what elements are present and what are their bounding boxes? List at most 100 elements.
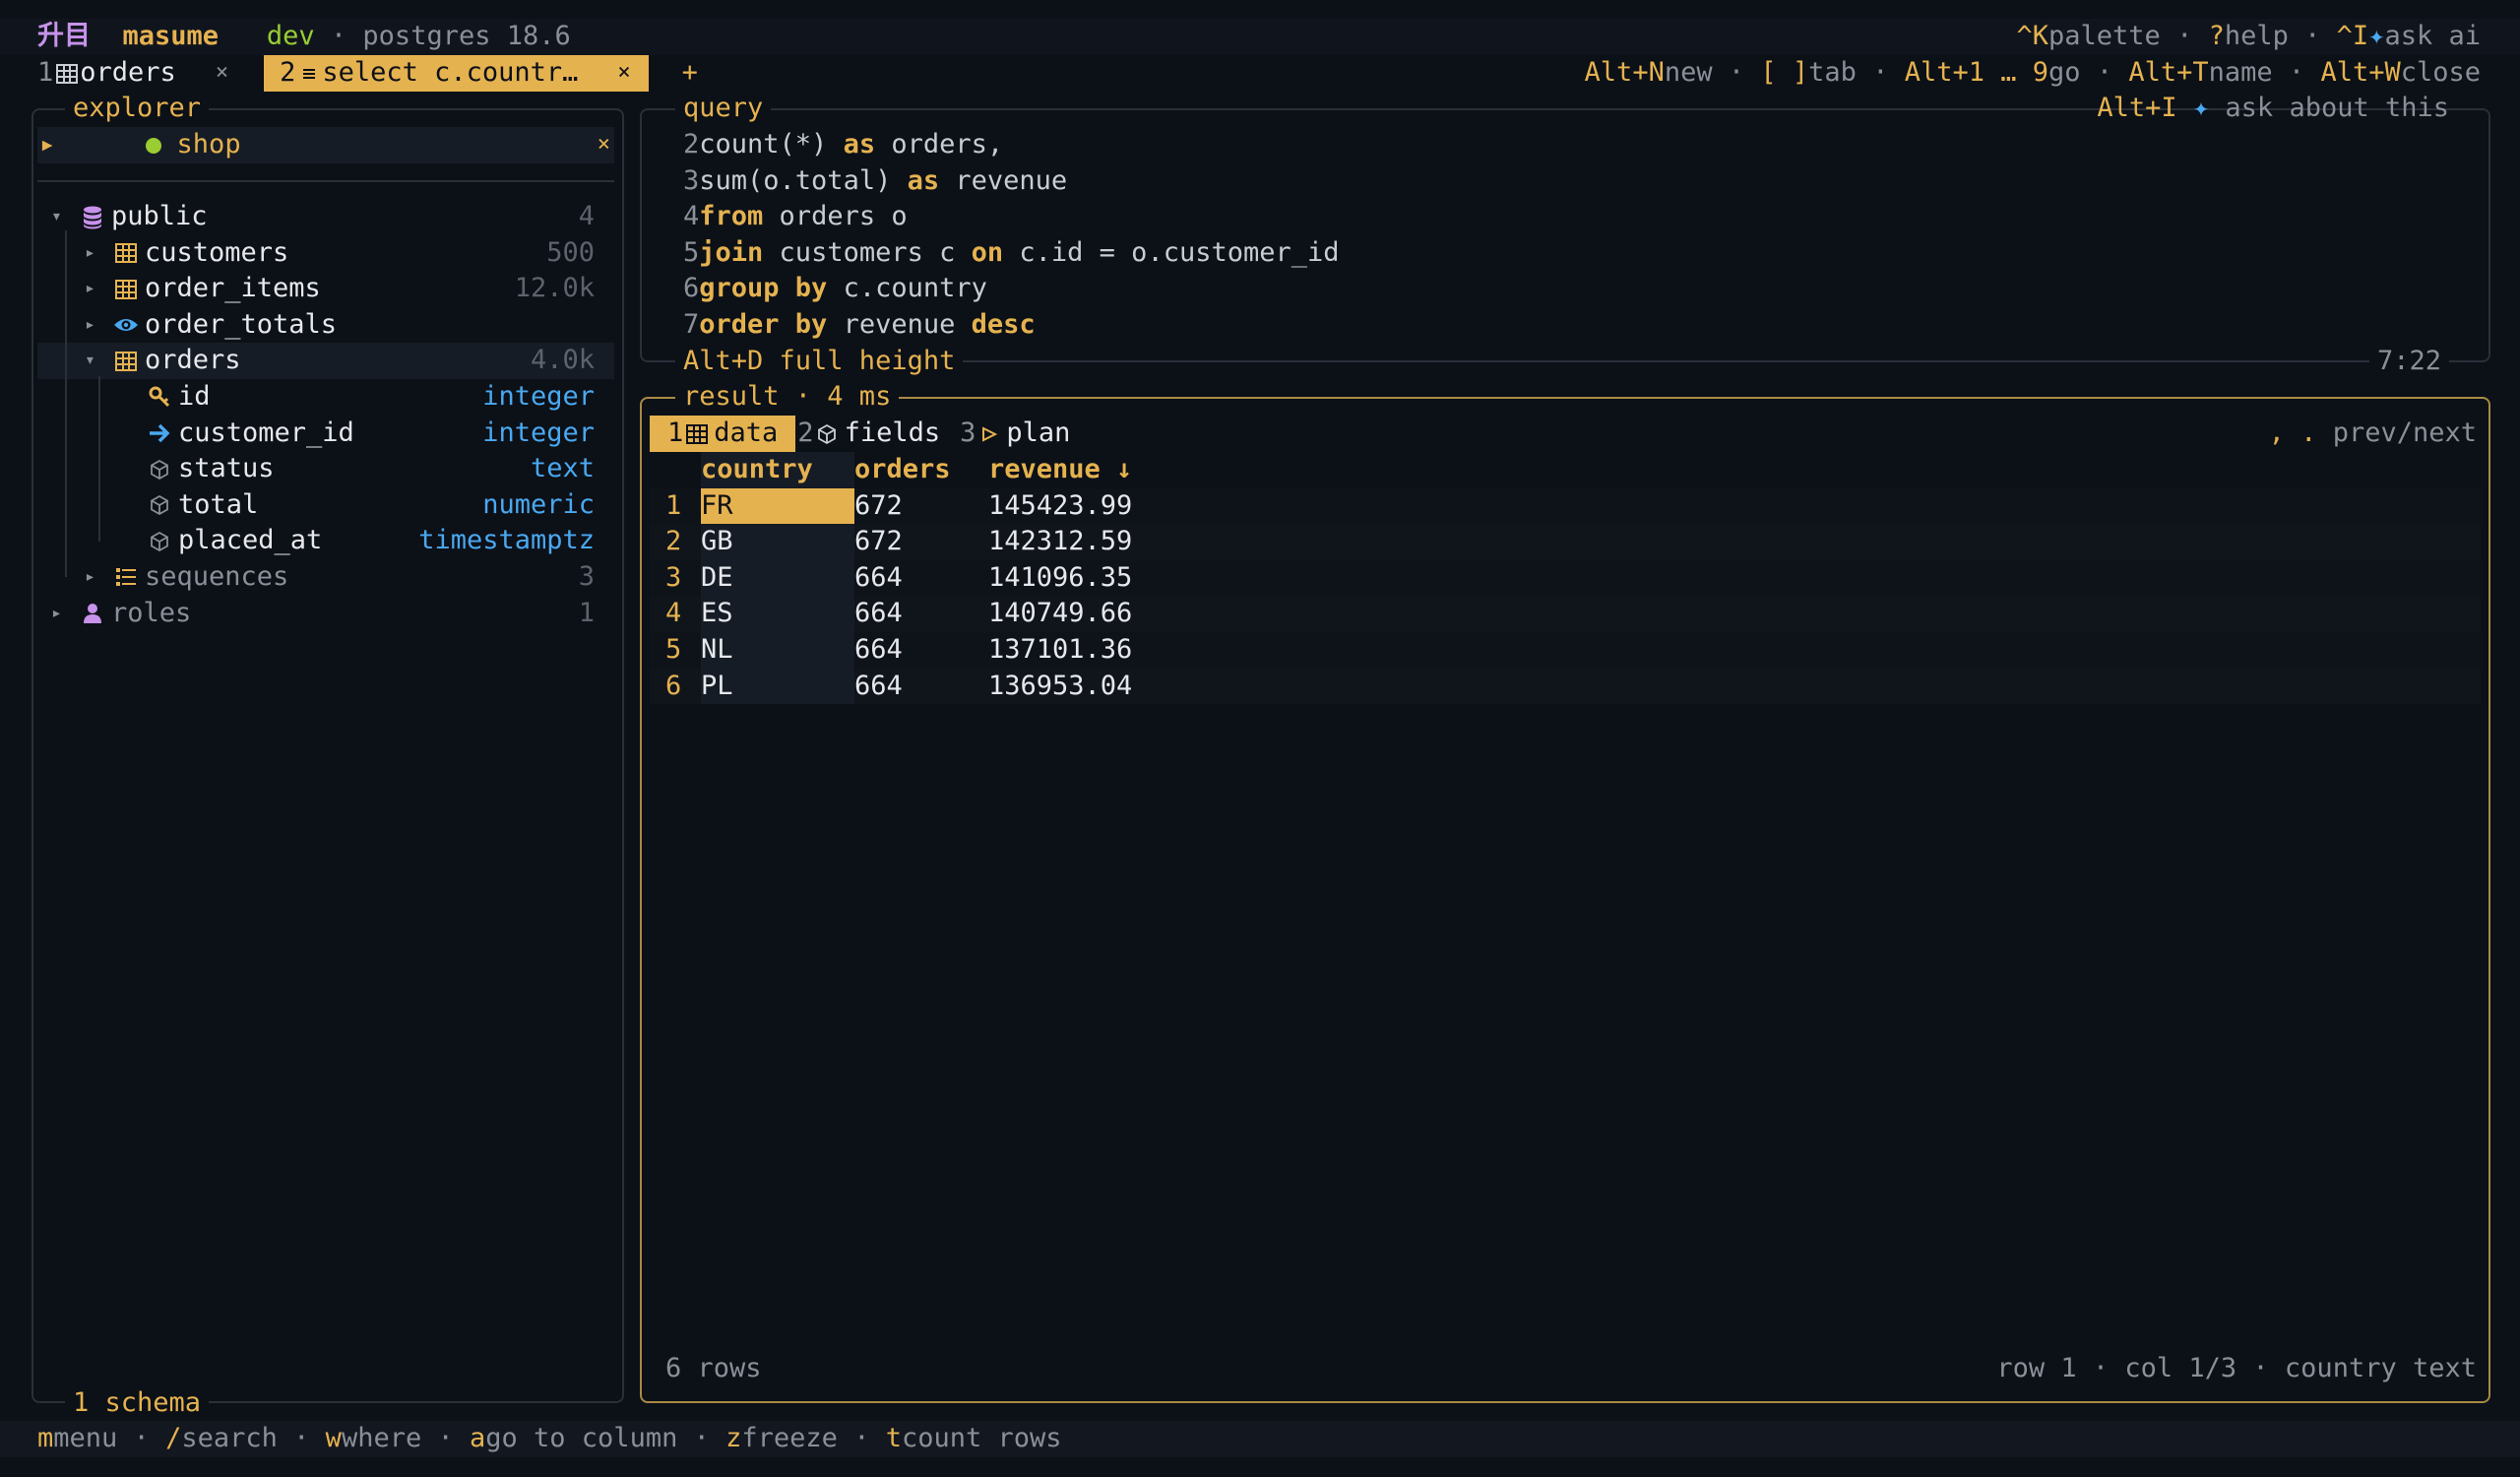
tree-item-status[interactable]: status text (37, 451, 614, 487)
tree-item-public[interactable]: ▾ public 4 (37, 199, 614, 235)
item-count: 4 (578, 201, 595, 231)
line-number: 2 (683, 129, 700, 160)
app-logo: 升目 (37, 21, 91, 51)
tree-item-order-totals[interactable]: ▸ order_totals (37, 307, 614, 344)
column-header-1[interactable]: country (701, 452, 854, 488)
item-count: 500 (546, 236, 595, 268)
tree-item-label: order_totals (145, 308, 338, 340)
hint-key: Alt+1 … 9 (1904, 57, 2049, 88)
hint-key: Alt+N (1584, 57, 1665, 88)
result-tab-fields[interactable]: 2 fields (795, 416, 958, 452)
database-icon (79, 199, 105, 235)
tree-item-total[interactable]: total numeric (37, 487, 614, 524)
chevron-right-icon[interactable]: ▸ (51, 596, 75, 632)
tree-item-placed-at[interactable]: placed_at timestamptz (37, 523, 614, 559)
tab-1[interactable]: 1 orders × (20, 55, 246, 92)
tree-item-customers[interactable]: ▸ customers 500 (37, 235, 614, 272)
column-header-2[interactable]: orders (854, 452, 951, 488)
table-cell[interactable]: 664 (854, 632, 903, 669)
table-cell[interactable]: 145423.99 (988, 488, 1132, 525)
close-tab-icon[interactable]: × (216, 55, 228, 92)
table-row[interactable]: 2 GB 672 142312.59 (650, 524, 2481, 560)
tree-item-roles[interactable]: ▸ roles 1 (37, 596, 614, 632)
code-line[interactable]: 3 sum(o.total) as revenue (683, 163, 2475, 200)
table-cell[interactable]: 672 (854, 524, 903, 560)
result-title: result · 4 ms (675, 379, 900, 415)
table-cell[interactable]: 140749.66 (988, 596, 1132, 632)
table-cell[interactable]: 136953.04 (988, 669, 1132, 705)
connection-name: shop (176, 129, 241, 160)
hint-label: close (2400, 57, 2481, 88)
table-row[interactable]: 4 ES 664 140749.66 (650, 596, 2481, 632)
cursor-position: 7:22 (2368, 344, 2449, 379)
code-line[interactable]: 4 from orders o (683, 199, 2475, 235)
table-row[interactable]: 3 DE 664 141096.35 (650, 559, 2481, 597)
chevron-down-icon[interactable]: ▾ (51, 199, 75, 235)
code-line[interactable]: 5 join customers c on c.id = o.customer_… (683, 235, 2475, 272)
hint-label: where (341, 1423, 422, 1453)
hint-label: search (181, 1423, 278, 1453)
new-tab-button[interactable]: + (682, 55, 698, 92)
hint-label: go (2048, 57, 2081, 88)
tree-item-id[interactable]: id integer (37, 379, 614, 416)
tree-item-sequences[interactable]: ▸ sequences 3 (37, 559, 614, 596)
separator: · (277, 1423, 326, 1453)
table-cell[interactable]: 672 (854, 488, 903, 525)
table-row[interactable]: 1 FR 672 145423.99 (650, 487, 2481, 525)
sql-editor[interactable]: 2 count(*) as orders, 3 sum(o.total) as r… (683, 127, 2475, 344)
separator: · (677, 1423, 726, 1453)
chevron-right-icon[interactable]: ▸ (85, 307, 108, 344)
table-cell[interactable]: 664 (854, 596, 903, 632)
separator: · (1856, 57, 1905, 88)
tree-item-orders[interactable]: ▾ orders 4.0k (37, 343, 614, 379)
tree-item-label: public (111, 201, 208, 231)
result-tab-data[interactable]: 1 data (650, 416, 796, 452)
item-count: 1 (578, 597, 595, 628)
connection-row[interactable]: ▸ shop × (37, 127, 614, 163)
table-cell[interactable]: ES (701, 596, 854, 632)
chevron-right-icon[interactable]: ▸ (85, 235, 108, 272)
hint-label: ask ai (2384, 21, 2481, 51)
connection-status-icon (80, 91, 163, 199)
sql-keyword: order by (699, 308, 828, 340)
selected-cell[interactable]: FR (701, 487, 854, 525)
separator: · (837, 1423, 886, 1453)
table-cell[interactable]: NL (701, 631, 854, 669)
table-cell[interactable]: GB (701, 524, 854, 560)
query-title: query (675, 91, 772, 126)
tab-number: 2 (280, 57, 296, 88)
tab-number: 2 (797, 417, 814, 448)
tree-item-customer-id[interactable]: customer_id integer (37, 416, 614, 452)
table-cell[interactable]: 664 (854, 560, 903, 597)
tab-bar: 1 orders × 2 select c.countr… × + Alt+N new … (0, 55, 2520, 92)
grid-header: country orders revenue ↓ (650, 452, 2481, 488)
tree-item-label: roles (111, 597, 192, 628)
code-line[interactable]: 7 order by revenue desc (683, 307, 2475, 344)
code-line[interactable]: 2 count(*) as orders, (683, 127, 2475, 163)
table-cell[interactable]: DE (701, 559, 854, 597)
divider (37, 180, 614, 182)
table-row[interactable]: 5 NL 664 137101.36 (650, 631, 2481, 669)
table-cell[interactable]: 137101.36 (988, 632, 1132, 669)
app-name: masume (122, 21, 220, 51)
close-connection-icon[interactable]: × (598, 127, 610, 163)
tab-2[interactable]: 2 select c.countr… × (264, 55, 649, 92)
chevron-down-icon[interactable]: ▾ (85, 343, 108, 379)
table-cell[interactable]: 664 (854, 669, 903, 705)
chevron-right-icon[interactable]: ▸ (85, 559, 108, 596)
sql-text: sum(o.total) (699, 164, 908, 196)
hint-label: menu (53, 1423, 118, 1453)
table-cell[interactable]: 141096.35 (988, 560, 1132, 597)
tree-item-order-items[interactable]: ▸ order_items 12.0k (37, 271, 614, 307)
result-tab-plan[interactable]: 3 plan (958, 416, 1088, 452)
sparkle-icon: ✦ (2192, 93, 2210, 123)
table-row[interactable]: 6 PL 664 136953.04 (650, 668, 2481, 705)
foreign-key-icon (146, 416, 172, 452)
close-tab-icon[interactable]: × (617, 55, 630, 92)
result-grid[interactable]: country orders revenue ↓ 1 FR 672 145423.99 2 GB… (650, 452, 2481, 705)
chevron-right-icon[interactable]: ▸ (85, 271, 108, 307)
table-cell[interactable]: 142312.59 (988, 524, 1132, 560)
table-cell[interactable]: PL (701, 668, 854, 705)
code-line[interactable]: 6 group by c.country (683, 271, 2475, 307)
column-header-3[interactable]: revenue ↓ (988, 452, 1132, 488)
